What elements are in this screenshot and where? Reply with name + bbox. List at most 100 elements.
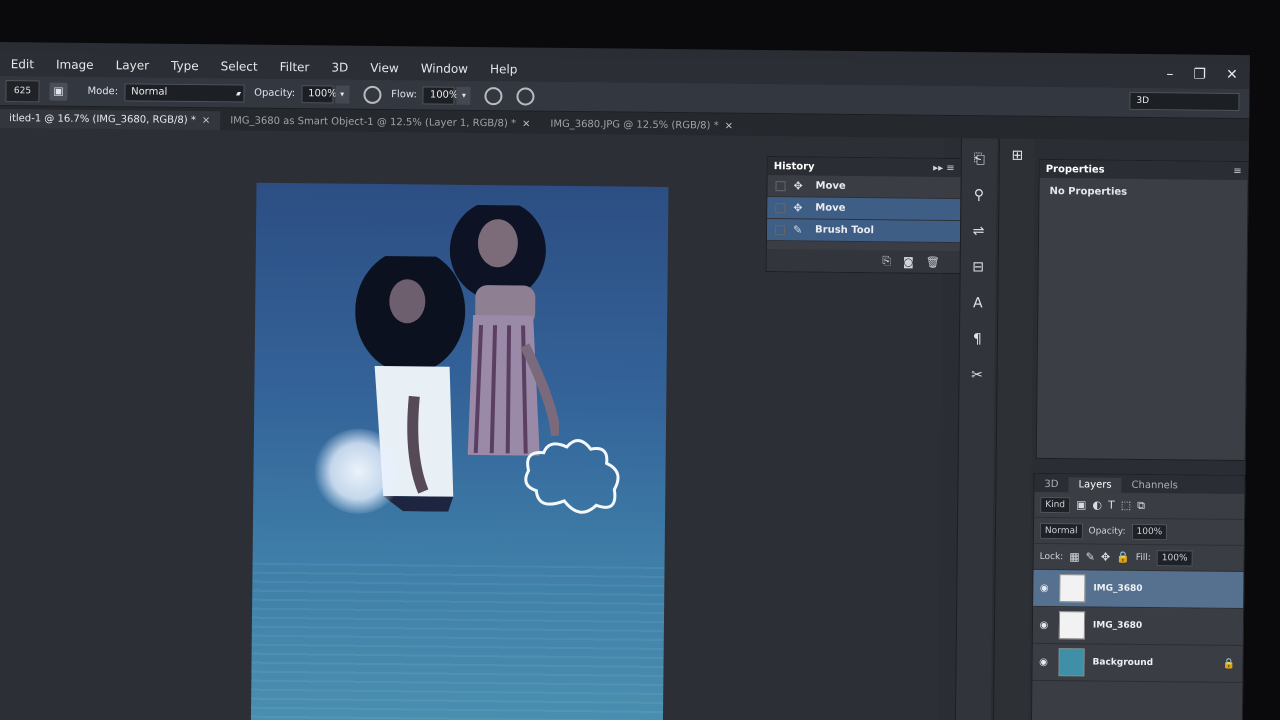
menu-layer[interactable]: Layer	[105, 58, 161, 73]
adjustments-icon[interactable]: ⇌	[965, 220, 991, 242]
panel-menu-icon[interactable]: ≡	[1233, 165, 1242, 176]
layer-thumbnail	[1059, 574, 1086, 603]
layer-row[interactable]: ◉ IMG_3680	[1033, 569, 1244, 610]
properties-panel: Properties ≡ No Properties	[1035, 158, 1249, 462]
layer-thumbnail	[1058, 648, 1085, 677]
lock-label: Lock:	[1039, 551, 1064, 562]
panel-icon-strip: ⎗ ⚲ ⇌ ⊟ A ¶ ✂	[954, 138, 998, 720]
menu-edit[interactable]: Edit	[0, 57, 45, 71]
tab-close-icon[interactable]: ×	[202, 115, 211, 126]
adjustment-filter-icon[interactable]: ◐	[1092, 498, 1102, 511]
restore-icon[interactable]: ❐	[1193, 66, 1206, 82]
opacity-dropdown-icon[interactable]: ▾	[335, 85, 350, 104]
history-header: History ▸▸ ≡	[767, 157, 961, 178]
new-document-icon[interactable]: ⎘	[882, 254, 891, 268]
workspace-select[interactable]: 3D	[1129, 91, 1240, 111]
move-icon: ✥	[793, 201, 803, 215]
layer-opacity-field[interactable]: 100%	[1131, 523, 1168, 540]
character-icon[interactable]: A	[965, 292, 991, 314]
photoshop-window: Edit Image Layer Type Select Filter 3D V…	[0, 42, 1250, 720]
layers-panel: 3D Layers Channels Kind ▣ ◐ T ⬚ ⧉ Normal…	[1030, 472, 1246, 720]
mode-label: Mode:	[87, 85, 119, 98]
history-panel: History ▸▸ ≡ ✥ Move ✥ Move ✎ Brush Tool …	[765, 156, 962, 275]
history-snapshot-checkbox[interactable]	[775, 224, 786, 235]
history-panel-icon[interactable]: ⎗	[966, 148, 992, 170]
airbrush-icon[interactable]	[484, 86, 503, 105]
flow-dropdown-icon[interactable]: ▾	[456, 86, 471, 105]
layer-lock-icon: 🔒	[1222, 658, 1236, 670]
collapsed-panel-strip: ⊞	[992, 138, 1036, 720]
history-state[interactable]: ✎ Brush Tool	[766, 219, 961, 244]
shape-filter-icon[interactable]: ⬚	[1121, 499, 1132, 512]
brush-icon: ✎	[793, 223, 803, 237]
visibility-eye-icon[interactable]: ◉	[1033, 619, 1055, 630]
move-icon: ✥	[793, 179, 803, 193]
history-snapshot-checkbox[interactable]	[775, 202, 786, 213]
layer-name: Background	[1092, 657, 1154, 669]
close-icon[interactable]: ✕	[1226, 67, 1238, 83]
pressure-size-icon[interactable]	[516, 86, 535, 106]
tab-label: IMG_3680.JPG @ 12.5% (RGB/8) *	[550, 118, 719, 132]
properties-panel-icon[interactable]: ⊞	[1004, 145, 1030, 167]
panel-menu-icon[interactable]: ▸▸ ≡	[933, 162, 955, 173]
layer-row[interactable]: ◉ IMG_3680	[1032, 606, 1244, 647]
visibility-eye-icon[interactable]: ◉	[1033, 656, 1055, 667]
pressure-opacity-icon[interactable]	[363, 85, 382, 104]
document-tab[interactable]: itled-1 @ 16.7% (IMG_3680, RGB/8) * ×	[0, 108, 221, 131]
trash-icon[interactable]: 🗑	[926, 255, 940, 268]
lock-position-icon[interactable]: ✥	[1101, 551, 1110, 564]
layer-filter-row: Kind ▣ ◐ T ⬚ ⧉	[1034, 491, 1245, 521]
tab-close-icon[interactable]: ×	[725, 121, 734, 132]
mode-select[interactable]: Normal	[124, 82, 245, 103]
align-icon[interactable]: ⊟	[965, 256, 991, 278]
menu-3d[interactable]: 3D	[320, 60, 359, 74]
blend-mode-select[interactable]: Normal	[1039, 522, 1083, 539]
type-filter-icon[interactable]: T	[1108, 499, 1115, 512]
history-snapshot-checkbox[interactable]	[775, 180, 786, 191]
tab-close-icon[interactable]: ×	[522, 118, 531, 129]
flow-field[interactable]: 100%	[422, 85, 459, 105]
menu-view[interactable]: View	[359, 61, 410, 76]
brush-preset-icon[interactable]: ⚲	[966, 184, 992, 206]
history-state-label: Move	[815, 180, 846, 192]
properties-body: No Properties	[1049, 185, 1128, 198]
brush-panel-icon[interactable]: ▣	[49, 82, 68, 101]
document-tab[interactable]: IMG_3680.JPG @ 12.5% (RGB/8) * ×	[540, 115, 743, 136]
lock-all-icon[interactable]: 🔒	[1116, 551, 1130, 564]
tab-3d[interactable]: 3D	[1034, 477, 1068, 492]
properties-title[interactable]: Properties	[1046, 163, 1105, 175]
opacity-label: Opacity:	[1088, 525, 1126, 537]
flow-label: Flow:	[391, 89, 417, 101]
lock-pixels-icon[interactable]: ✎	[1086, 550, 1095, 563]
fill-field[interactable]: 100%	[1156, 549, 1193, 567]
menu-window[interactable]: Window	[410, 61, 479, 76]
tab-channels[interactable]: Channels	[1121, 478, 1187, 494]
history-state[interactable]: ✥ Move	[767, 197, 961, 222]
minimize-icon[interactable]: –	[1166, 66, 1173, 82]
menu-help[interactable]: Help	[479, 62, 529, 77]
menu-filter[interactable]: Filter	[269, 60, 321, 75]
lock-transparency-icon[interactable]: ▦	[1069, 550, 1080, 563]
history-state[interactable]: ✥ Move	[767, 175, 961, 200]
camera-icon[interactable]: ◙	[903, 255, 914, 268]
brush-glow	[313, 428, 404, 515]
history-title[interactable]: History	[774, 161, 815, 172]
tab-label: itled-1 @ 16.7% (IMG_3680, RGB/8) *	[9, 113, 196, 127]
tools-icon[interactable]: ✂	[964, 364, 990, 386]
document-canvas[interactable]	[250, 182, 669, 720]
visibility-eye-icon[interactable]: ◉	[1033, 582, 1055, 593]
menu-select[interactable]: Select	[210, 59, 269, 74]
smart-object-filter-icon[interactable]: ⧉	[1137, 498, 1145, 512]
layer-kind-filter[interactable]: Kind	[1040, 496, 1071, 513]
layer-row[interactable]: ◉ Background 🔒	[1032, 643, 1243, 684]
tab-layers[interactable]: Layers	[1068, 477, 1122, 493]
paragraph-icon[interactable]: ¶	[964, 328, 990, 350]
menu-image[interactable]: Image	[45, 57, 105, 72]
menu-type[interactable]: Type	[160, 59, 210, 74]
fill-label: Fill:	[1135, 552, 1151, 563]
opacity-field[interactable]: 100%	[301, 84, 337, 103]
layer-blend-row: Normal Opacity: 100%	[1033, 517, 1245, 547]
layer-thumbnail	[1058, 611, 1086, 640]
tool-preset-picker[interactable]: 625	[5, 79, 40, 102]
image-filter-icon[interactable]: ▣	[1076, 498, 1087, 511]
